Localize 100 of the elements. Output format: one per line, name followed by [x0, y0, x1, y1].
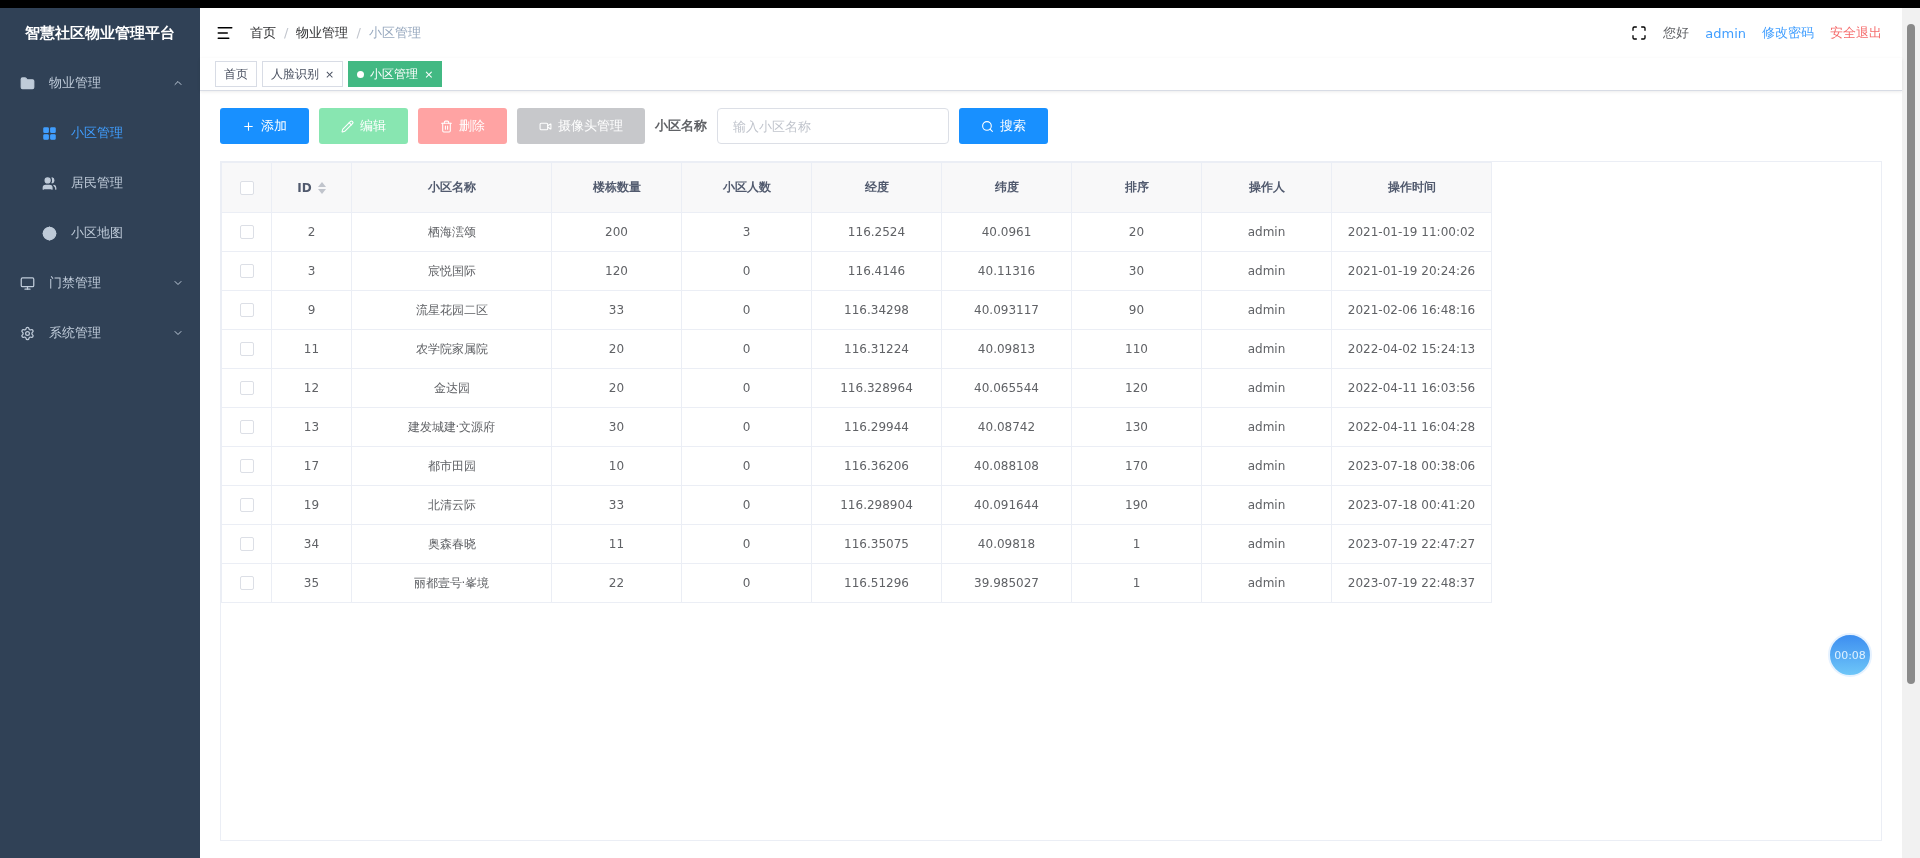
- table-cell: 流星花园二区: [351, 290, 552, 330]
- table-cell: 30: [551, 407, 682, 447]
- table-cell: 0: [681, 407, 812, 447]
- breadcrumb-separator: /: [356, 25, 361, 40]
- table-cell: 116.35075: [811, 524, 942, 564]
- table-cell: 2022-04-11 16:03:56: [1331, 368, 1492, 408]
- table-cell: 34: [271, 524, 352, 564]
- table-cell: 2023-07-19 22:48:37: [1331, 563, 1492, 603]
- greeting-text: 您好: [1663, 24, 1690, 42]
- table-cell: 0: [681, 446, 812, 486]
- sidebar-item[interactable]: 门禁管理: [0, 258, 200, 308]
- checkbox[interactable]: [239, 537, 254, 552]
- table-cell: admin: [1201, 407, 1332, 447]
- table-cell: 30: [1071, 251, 1202, 291]
- checkbox[interactable]: [239, 420, 254, 435]
- column-header: 经度: [811, 162, 942, 213]
- table-cell: 110: [1071, 329, 1202, 369]
- table-cell: 17: [271, 446, 352, 486]
- checkbox[interactable]: [239, 576, 254, 591]
- table-cell: 0: [681, 329, 812, 369]
- change-password-link[interactable]: 修改密码: [1762, 24, 1814, 42]
- column-header: 排序: [1071, 162, 1202, 213]
- table-cell: 40.091644: [941, 485, 1072, 525]
- tab[interactable]: 首页: [215, 61, 257, 87]
- table-cell: 2023-07-18 00:41:20: [1331, 485, 1492, 525]
- table-cell: 0: [681, 368, 812, 408]
- table-cell: 116.298904: [811, 485, 942, 525]
- table-cell: 3: [271, 251, 352, 291]
- table-cell: admin: [1201, 329, 1332, 369]
- table-cell: 22: [551, 563, 682, 603]
- people-icon: [42, 175, 57, 191]
- table-cell: 1: [1071, 524, 1202, 564]
- table-cell: 40.065544: [941, 368, 1072, 408]
- breadcrumb-item[interactable]: 小区管理: [368, 25, 421, 40]
- table-cell: 116.29944: [811, 407, 942, 447]
- app-title: 智慧社区物业管理平台: [24, 22, 176, 44]
- sidebar-item[interactable]: 小区管理: [0, 108, 200, 158]
- table-cell: 2021-01-19 20:24:26: [1331, 251, 1492, 291]
- table-cell: 北清云际: [351, 485, 552, 525]
- table-cell: 0: [681, 251, 812, 291]
- search-field[interactable]: 输入小区名称: [717, 108, 949, 144]
- table-cell: 2021-02-06 16:48:16: [1331, 290, 1492, 330]
- table-cell: 120: [551, 251, 682, 291]
- table-cell: admin: [1201, 290, 1332, 330]
- active-dot-icon: [357, 70, 365, 78]
- table-cell: 建发城建·文源府: [351, 407, 552, 447]
- table-cell: 35: [271, 563, 352, 603]
- checkbox[interactable]: [239, 498, 254, 513]
- table-cell: 10: [551, 446, 682, 486]
- trash-icon: [440, 119, 453, 133]
- folder-icon: [20, 75, 35, 91]
- table-cell: 2021-01-19 11:00:02: [1331, 212, 1492, 252]
- table-cell: 40.09813: [941, 329, 1072, 369]
- fullscreen-icon[interactable]: [1631, 25, 1648, 41]
- checkbox[interactable]: [239, 459, 254, 474]
- sidebar-item[interactable]: 居民管理: [0, 158, 200, 208]
- add-button[interactable]: 添加: [220, 108, 309, 144]
- logout-link[interactable]: 安全退出: [1830, 24, 1882, 42]
- table-cell: 都市田园: [351, 446, 552, 486]
- table-cell: 116.36206: [811, 446, 942, 486]
- table-cell: 116.34298: [811, 290, 942, 330]
- sidebar-item[interactable]: 系统管理: [0, 308, 200, 358]
- search-button[interactable]: 搜索: [959, 108, 1048, 144]
- table-cell: 1: [1071, 563, 1202, 603]
- checkbox[interactable]: [239, 342, 254, 357]
- sort-icon[interactable]: [317, 182, 326, 194]
- tab[interactable]: 小区管理 ×: [348, 61, 443, 87]
- table-cell: 0: [681, 290, 812, 330]
- tab-close[interactable]: ×: [325, 67, 335, 81]
- column-header: 操作时间: [1331, 162, 1492, 213]
- column-header: 纬度: [941, 162, 1072, 213]
- table-cell: 200: [551, 212, 682, 252]
- breadcrumb-item[interactable]: 物业管理: [296, 25, 349, 40]
- table-cell: 116.328964: [811, 368, 942, 408]
- tab-close[interactable]: ×: [424, 67, 434, 81]
- table-cell: admin: [1201, 251, 1332, 291]
- table-cell: 190: [1071, 485, 1202, 525]
- checkbox[interactable]: [239, 303, 254, 318]
- breadcrumb-item[interactable]: 首页: [250, 25, 276, 40]
- table-cell: 120: [1071, 368, 1202, 408]
- table-cell: 33: [551, 485, 682, 525]
- checkbox[interactable]: [239, 225, 254, 240]
- pencil-icon: [341, 119, 354, 133]
- table-cell: 金达园: [351, 368, 552, 408]
- column-header: 小区名称: [351, 162, 552, 213]
- user-link[interactable]: admin: [1705, 25, 1746, 41]
- table-cell: 20: [1071, 212, 1202, 252]
- timer-badge[interactable]: 00:08: [1828, 633, 1872, 677]
- grid-icon: [42, 125, 57, 141]
- tab[interactable]: 人脸识别 ×: [262, 61, 344, 87]
- filter-label: 小区名称: [655, 117, 707, 135]
- sidebar-item[interactable]: 小区地图: [0, 208, 200, 258]
- checkbox[interactable]: [239, 264, 254, 279]
- checkbox[interactable]: [239, 180, 254, 195]
- menu-icon[interactable]: [216, 24, 234, 42]
- table-cell: 11: [271, 329, 352, 369]
- sidebar-item[interactable]: 物业管理: [0, 58, 200, 108]
- checkbox[interactable]: [239, 381, 254, 396]
- table-cell: 33: [551, 290, 682, 330]
- table-cell: 0: [681, 524, 812, 564]
